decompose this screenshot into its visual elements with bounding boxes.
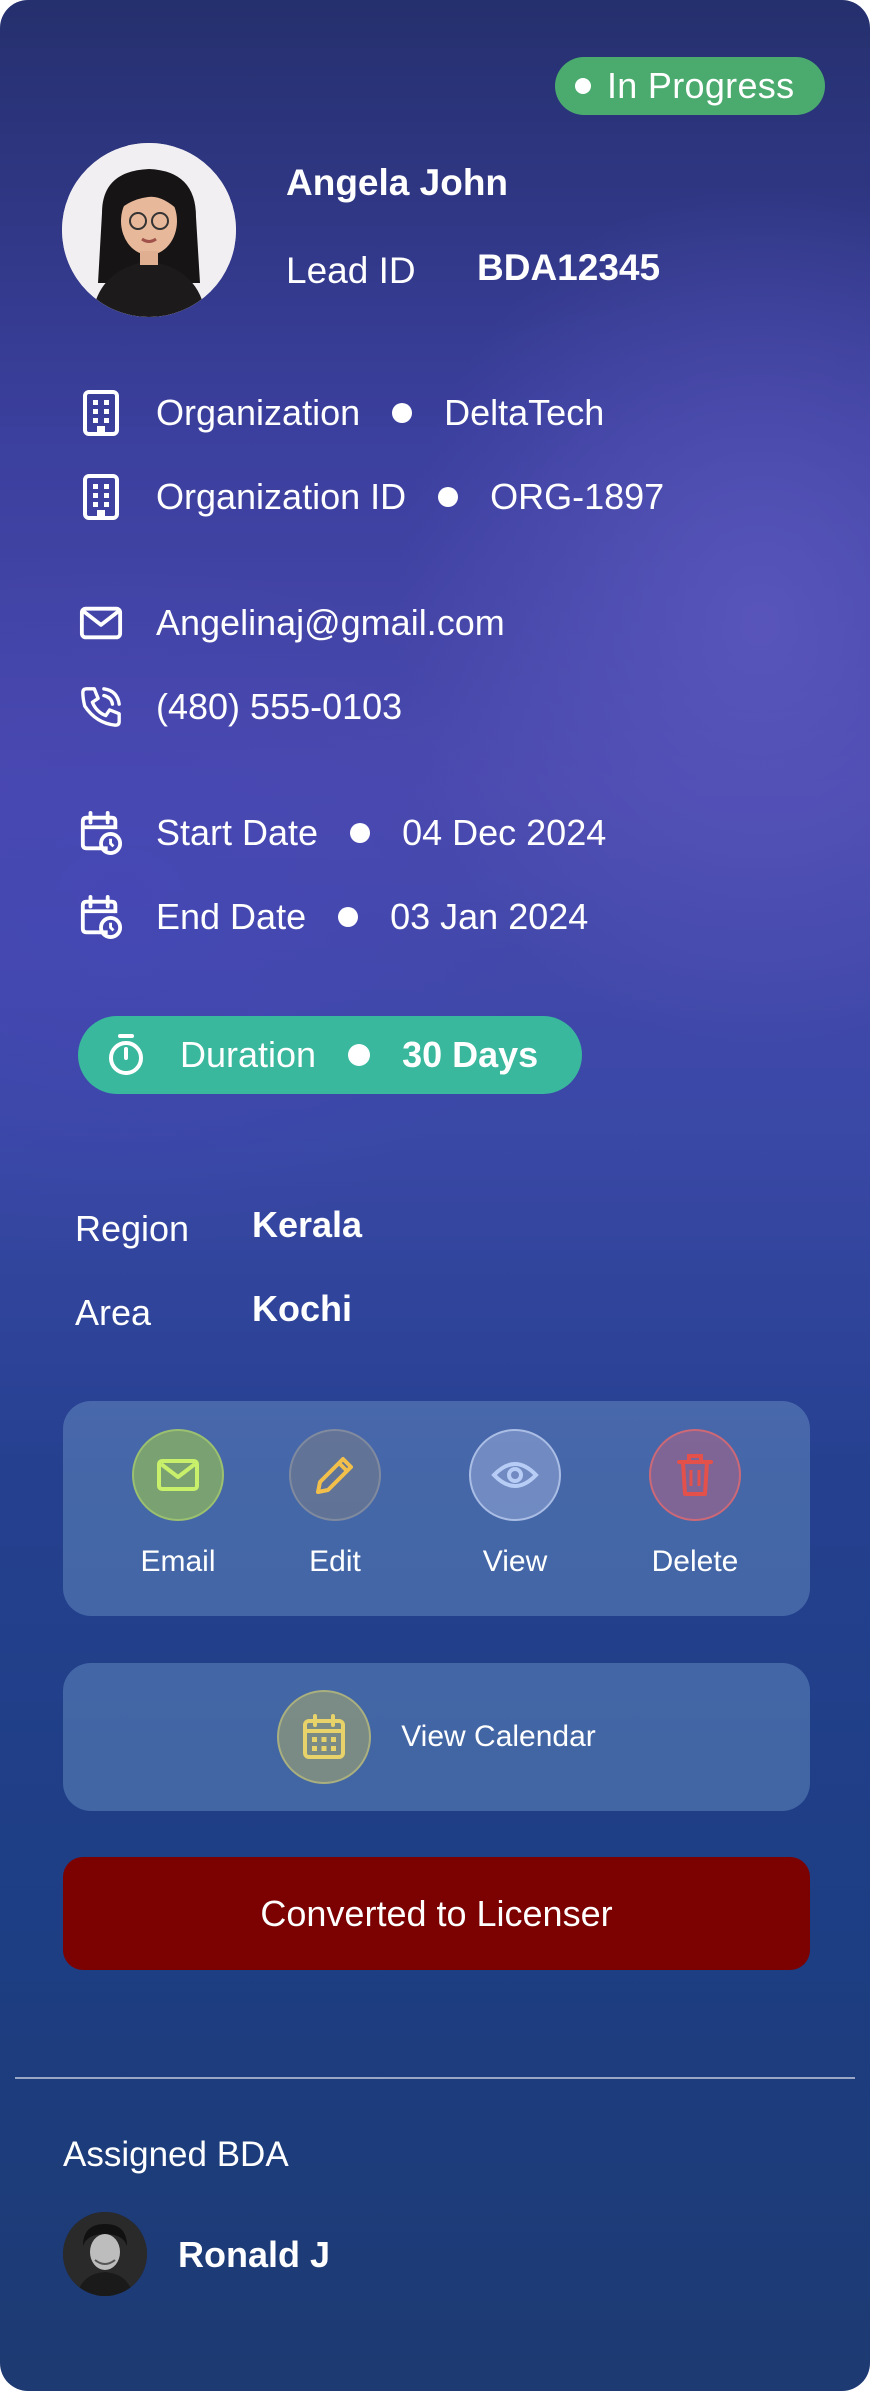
view-calendar-label: View Calendar xyxy=(401,1720,596,1753)
email-value[interactable]: Angelinaj@gmail.com xyxy=(156,602,505,644)
assigned-bda-label: Assigned BDA xyxy=(63,2135,289,2174)
edit-button[interactable]: Edit xyxy=(265,1429,405,1579)
view-button-label: View xyxy=(482,1545,548,1578)
email-row: Angelinaj@gmail.com xyxy=(79,593,505,653)
organization-id-value: ORG-1897 xyxy=(490,476,665,517)
area-label: Area xyxy=(75,1292,152,1333)
separator-dot xyxy=(392,403,413,423)
status-badge: In Progress xyxy=(555,57,825,115)
view-calendar-button[interactable]: View Calendar xyxy=(63,1663,810,1811)
organization-id-label: Organization ID xyxy=(156,476,407,517)
organization-row: Organization DeltaTech xyxy=(79,383,604,443)
trash-icon xyxy=(649,1429,741,1521)
email-button-label: Email xyxy=(140,1545,216,1578)
lead-avatar xyxy=(62,143,236,317)
end-date-value: 03 Jan 2024 xyxy=(390,896,589,937)
lead-card: In Progress Angela John Lead ID BDA12345 xyxy=(0,0,870,2391)
lead-id-value: BDA12345 xyxy=(477,247,661,288)
start-date-value: 04 Dec 2024 xyxy=(402,812,607,853)
lead-name: Angela John xyxy=(286,162,509,203)
end-date-row: End Date 03 Jan 2024 xyxy=(79,887,588,947)
eye-icon xyxy=(469,1429,561,1521)
duration-value: 30 Days xyxy=(402,1034,539,1075)
actions-panel: Email Edit View Delete xyxy=(63,1401,810,1616)
delete-button-label: Delete xyxy=(651,1545,739,1578)
lead-id-label: Lead ID xyxy=(286,250,416,291)
phone-row: (480) 555-0103 xyxy=(79,677,402,737)
building-icon xyxy=(79,390,123,436)
mail-icon xyxy=(79,601,123,645)
organization-value: DeltaTech xyxy=(444,392,605,433)
view-button[interactable]: View xyxy=(445,1429,585,1579)
calendar-icon xyxy=(277,1690,372,1784)
bda-name: Ronald J xyxy=(178,2234,331,2275)
calendar-clock-icon xyxy=(79,811,123,856)
organization-id-row: Organization ID ORG-1897 xyxy=(79,467,664,527)
building-icon xyxy=(79,474,123,520)
status-dot xyxy=(575,78,591,94)
edit-button-label: Edit xyxy=(309,1545,361,1578)
duration-label: Duration xyxy=(180,1034,317,1075)
area-value: Kochi xyxy=(252,1288,353,1329)
end-date-label: End Date xyxy=(156,896,307,937)
timer-icon xyxy=(104,1033,148,1077)
duration-badge: Duration 30 Days xyxy=(78,1016,582,1094)
bda-avatar xyxy=(63,2212,147,2296)
mail-icon xyxy=(132,1429,224,1521)
divider xyxy=(15,2077,855,2079)
start-date-label: Start Date xyxy=(156,812,319,853)
status-label: In Progress xyxy=(607,65,795,106)
email-button[interactable]: Email xyxy=(108,1429,248,1579)
start-date-row: Start Date 04 Dec 2024 xyxy=(79,803,606,863)
converted-to-licenser-button[interactable]: Converted to Licenser xyxy=(63,1857,810,1970)
phone-icon xyxy=(79,685,123,729)
separator-dot xyxy=(350,823,371,843)
separator-dot xyxy=(348,1044,371,1066)
phone-value[interactable]: (480) 555-0103 xyxy=(156,686,402,728)
separator-dot xyxy=(438,487,459,507)
pencil-icon xyxy=(289,1429,381,1521)
region-value: Kerala xyxy=(252,1204,363,1245)
calendar-clock-icon xyxy=(79,895,123,940)
region-label: Region xyxy=(75,1208,190,1249)
organization-label: Organization xyxy=(156,392,361,433)
separator-dot xyxy=(338,907,359,927)
delete-button[interactable]: Delete xyxy=(625,1429,765,1579)
